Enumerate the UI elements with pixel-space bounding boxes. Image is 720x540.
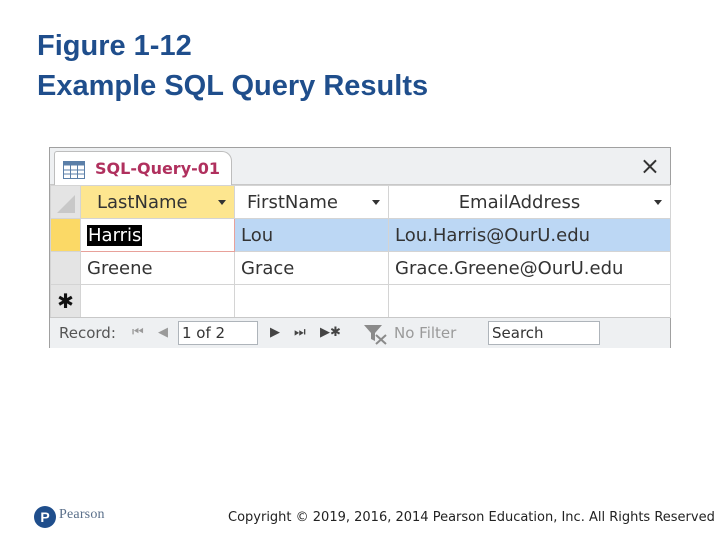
figure-caption: Example SQL Query Results bbox=[37, 70, 429, 102]
pearson-logo: P Pearson bbox=[34, 506, 114, 530]
figure-number: Figure 1-12 bbox=[37, 30, 192, 62]
cell-lastname[interactable] bbox=[80, 284, 235, 318]
select-all-corner[interactable] bbox=[50, 185, 81, 219]
cell-text[interactable]: Harris bbox=[87, 224, 143, 246]
header-row: LastName FirstName EmailAddress bbox=[50, 185, 671, 219]
query-tab-label: SQL-Query-01 bbox=[95, 159, 221, 178]
last-record-icon[interactable]: ⏭ bbox=[294, 324, 306, 342]
funnel-icon bbox=[364, 325, 387, 345]
column-header-lastname[interactable]: LastName bbox=[80, 185, 235, 219]
new-record-selector[interactable]: ✱ bbox=[50, 284, 81, 318]
cell-emailaddress[interactable] bbox=[388, 284, 671, 318]
table-row[interactable]: Harris Lou Lou.Harris@OurU.edu bbox=[50, 218, 671, 252]
chevron-down-icon[interactable] bbox=[218, 200, 226, 205]
first-record-icon[interactable]: ⏮ bbox=[132, 324, 144, 342]
previous-record-icon[interactable]: ◀ bbox=[158, 324, 168, 342]
chevron-down-icon[interactable] bbox=[654, 200, 662, 205]
chevron-down-icon[interactable] bbox=[372, 200, 380, 205]
column-header-firstname[interactable]: FirstName bbox=[234, 185, 389, 219]
datasheet-grid: LastName FirstName EmailAddress Harris L… bbox=[50, 185, 671, 318]
record-selector[interactable] bbox=[50, 251, 81, 285]
query-results-window: SQL-Query-01 × LastName FirstName EmailA… bbox=[49, 147, 671, 348]
record-navigation-bar: Record: ⏮ ◀ 1 of 2 ▶ ⏭ ▶✱ No Filter Sear… bbox=[50, 317, 670, 348]
table-row[interactable]: Greene Grace Grace.Greene@OurU.edu bbox=[50, 251, 671, 285]
document-tab-bar: SQL-Query-01 × bbox=[50, 148, 670, 185]
column-header-label: LastName bbox=[97, 191, 188, 213]
column-header-label: FirstName bbox=[247, 191, 338, 213]
cell-emailaddress[interactable]: Grace.Greene@OurU.edu bbox=[388, 251, 671, 285]
select-all-icon bbox=[57, 195, 75, 213]
column-header-label: EmailAddress bbox=[458, 191, 581, 213]
cell-lastname[interactable]: Greene bbox=[80, 251, 235, 285]
query-datasheet-icon bbox=[63, 161, 85, 179]
cell-emailaddress[interactable]: Lou.Harris@OurU.edu bbox=[388, 218, 671, 252]
cell-firstname[interactable]: Grace bbox=[234, 251, 389, 285]
cell-firstname[interactable]: Lou bbox=[234, 218, 389, 252]
new-record-icon: ✱ bbox=[57, 289, 74, 313]
filter-label: No Filter bbox=[394, 324, 457, 342]
search-input[interactable]: Search bbox=[488, 321, 600, 345]
next-record-icon[interactable]: ▶ bbox=[270, 324, 280, 342]
pearson-logo-text: Pearson bbox=[59, 507, 105, 522]
cell-lastname[interactable]: Harris bbox=[80, 218, 235, 252]
query-tab[interactable]: SQL-Query-01 bbox=[54, 151, 232, 185]
close-icon[interactable]: × bbox=[640, 152, 660, 180]
copyright-notice: Copyright © 2019, 2016, 2014 Pearson Edu… bbox=[228, 510, 715, 525]
new-record-row[interactable]: ✱ bbox=[50, 284, 671, 318]
column-header-emailaddress[interactable]: EmailAddress bbox=[388, 185, 671, 219]
record-label: Record: bbox=[59, 324, 116, 342]
record-selector[interactable] bbox=[50, 218, 81, 252]
slide-title: Figure 1-12 Example SQL Query Results bbox=[37, 26, 428, 106]
new-record-nav-icon[interactable]: ▶✱ bbox=[320, 324, 341, 342]
pearson-logo-mark: P bbox=[34, 506, 56, 528]
cell-firstname[interactable] bbox=[234, 284, 389, 318]
record-position-field[interactable]: 1 of 2 bbox=[178, 321, 258, 345]
